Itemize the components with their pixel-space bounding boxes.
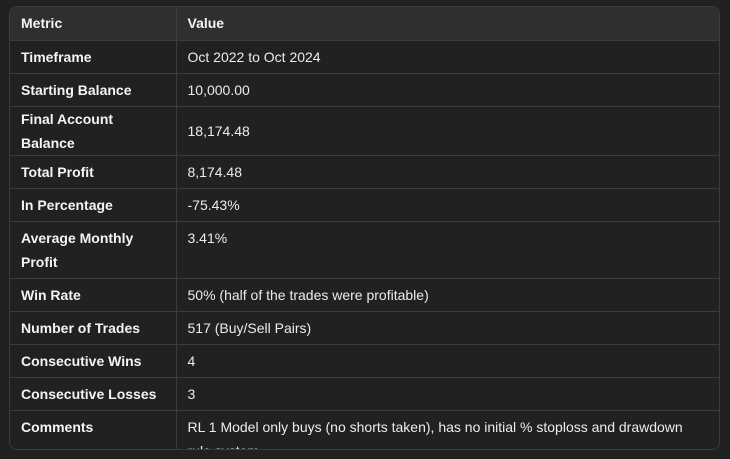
table-row: Average Monthly Profit 3.41% [10,221,719,279]
value-starting-balance: 10,000.00 [175,73,719,107]
metrics-table-container: Metric Value Timeframe Oct 2022 to Oct 2… [9,6,720,450]
metric-timeframe: Timeframe [10,40,176,74]
value-average-monthly-profit: 3.41% [175,221,719,279]
metric-in-percentage: In Percentage [10,188,176,222]
metric-starting-balance: Starting Balance [10,73,176,107]
table-body: Timeframe Oct 2022 to Oct 2024 Starting … [10,40,719,449]
value-number-of-trades: 517 (Buy/Sell Pairs) [175,311,719,345]
value-final-account-balance: 18,174.48 [175,106,719,156]
value-total-profit: 8,174.48 [175,155,719,189]
table-row: In Percentage -75.43% [10,188,719,222]
metrics-table: Metric Value Timeframe Oct 2022 to Oct 2… [10,7,719,449]
table-row: Consecutive Wins 4 [10,344,719,378]
table-row: Timeframe Oct 2022 to Oct 2024 [10,40,719,74]
table-row: Comments RL 1 Model only buys (no shorts… [10,410,719,449]
value-win-rate: 50% (half of the trades were profitable) [175,278,719,312]
metric-number-of-trades: Number of Trades [10,311,176,345]
header-metric: Metric [10,7,176,41]
table-row: Number of Trades 517 (Buy/Sell Pairs) [10,311,719,345]
value-consecutive-wins: 4 [175,344,719,378]
metric-final-account-balance: Final Account Balance [10,106,176,156]
metric-average-monthly-profit: Average Monthly Profit [10,221,176,279]
table-header: Metric Value [10,7,719,41]
value-comments: RL 1 Model only buys (no shorts taken), … [175,410,719,449]
value-consecutive-losses: 3 [175,377,719,411]
table-row: Total Profit 8,174.48 [10,155,719,189]
metric-consecutive-wins: Consecutive Wins [10,344,176,378]
metric-total-profit: Total Profit [10,155,176,189]
metric-consecutive-losses: Consecutive Losses [10,377,176,411]
table-row: Win Rate 50% (half of the trades were pr… [10,278,719,312]
header-value: Value [175,7,719,41]
value-timeframe: Oct 2022 to Oct 2024 [175,40,719,74]
table-row: Consecutive Losses 3 [10,377,719,411]
table-row: Starting Balance 10,000.00 [10,73,719,107]
metric-win-rate: Win Rate [10,278,176,312]
metric-comments: Comments [21,418,94,435]
header-row: Metric Value [10,7,719,41]
table-row: Final Account Balance 18,174.48 [10,106,719,156]
value-in-percentage: -75.43% [175,188,719,222]
